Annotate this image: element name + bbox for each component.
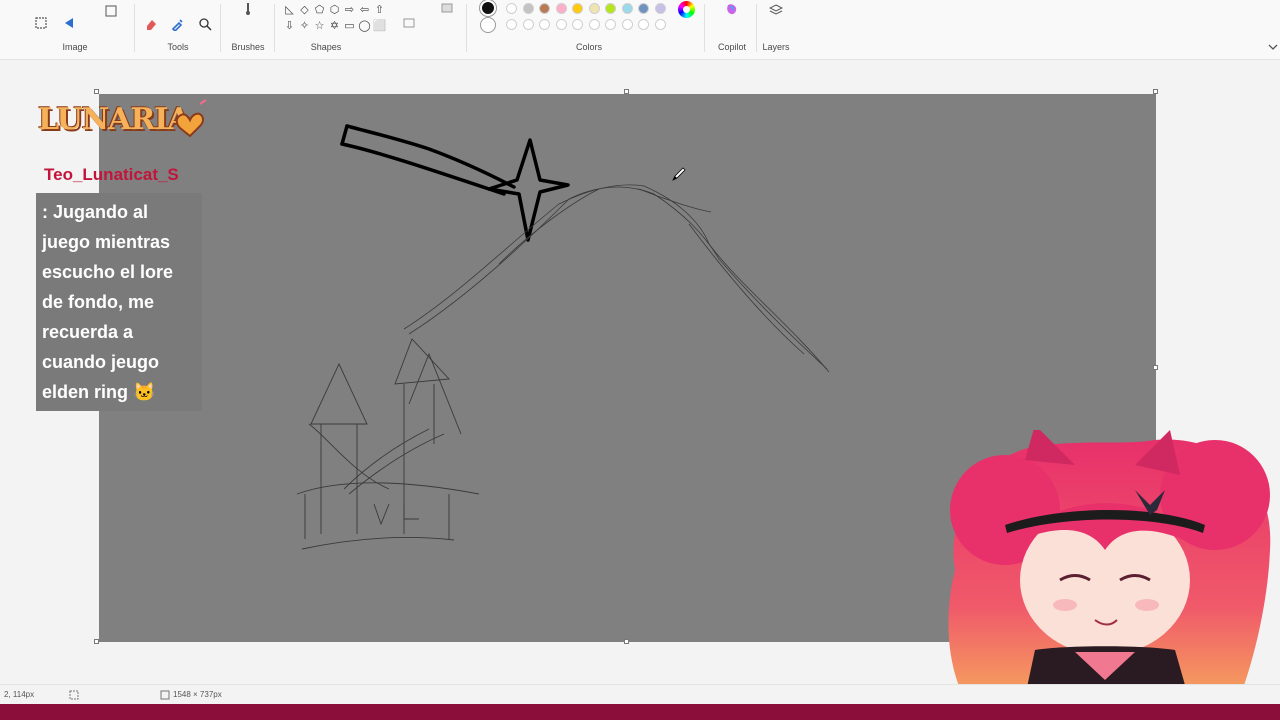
shape-fill-icon[interactable]	[438, 0, 456, 18]
five-point-star-shape-icon[interactable]: ☆	[312, 18, 327, 32]
brush-icon[interactable]	[239, 0, 257, 18]
selection-size-icon	[69, 690, 79, 700]
brushes-group: Brushes	[224, 0, 272, 60]
separator	[134, 4, 135, 52]
triangle-shape-icon[interactable]: ◺	[282, 2, 297, 16]
separator	[220, 4, 221, 52]
up-arrow-shape-icon[interactable]: ⇧	[372, 2, 387, 16]
resize-handle-top-left[interactable]	[94, 89, 99, 94]
magnifier-icon[interactable]	[196, 15, 214, 33]
shooting-star-sketch	[340, 124, 570, 242]
hexagon-shape-icon[interactable]: ⬡	[327, 2, 342, 16]
colors-group-label: Colors	[575, 42, 602, 52]
shapes-group-label: Shapes	[310, 42, 342, 52]
canvas-size: 1548 × 737px	[173, 690, 222, 699]
separator	[466, 4, 467, 52]
shape-outline-icon[interactable]	[400, 14, 418, 32]
secondary-color-swatch[interactable]	[480, 17, 496, 33]
resize-handle-top-right[interactable]	[1153, 89, 1158, 94]
copilot-icon[interactable]	[723, 0, 741, 18]
tools-group: Tools	[138, 0, 218, 60]
vtuber-avatar	[948, 430, 1271, 720]
select-icon[interactable]	[60, 14, 78, 32]
pencil-cursor-icon	[672, 167, 686, 181]
callout-rect-shape-icon[interactable]: ▭	[342, 18, 357, 32]
separator	[704, 4, 705, 52]
castle-sketch	[296, 338, 480, 550]
layers-icon[interactable]	[767, 1, 785, 19]
colors-group: Colors	[500, 0, 678, 60]
resize-handle-bottom[interactable]	[624, 639, 629, 644]
copilot-group: Copilot	[710, 0, 754, 60]
callout-cloud-shape-icon[interactable]: ⬜	[372, 18, 387, 32]
primary-color-swatch[interactable]	[480, 0, 496, 16]
left-arrow-shape-icon[interactable]: ⇦	[357, 2, 372, 16]
stream-bottom-strip	[0, 704, 1280, 720]
four-point-star-shape-icon[interactable]: ✧	[297, 18, 312, 32]
resize-icon[interactable]	[102, 2, 120, 20]
six-point-star-shape-icon[interactable]: ✡	[327, 18, 342, 32]
chat-message: : Jugando al juego mientras escucho el l…	[36, 193, 202, 411]
resize-handle-top[interactable]	[624, 89, 629, 94]
image-group: Image	[20, 0, 130, 60]
image-group-label: Image	[62, 42, 88, 52]
canvas-size-icon	[160, 690, 170, 700]
status-bar: 2, 114px 1548 × 737px	[0, 684, 1280, 704]
brushes-group-label: Brushes	[231, 42, 265, 52]
collapse-ribbon-chevron-icon[interactable]	[1264, 38, 1280, 56]
color-picker-icon[interactable]	[169, 15, 187, 33]
copilot-group-label: Copilot	[717, 42, 746, 52]
layers-group: Layers	[758, 0, 794, 60]
layers-group-label: Layers	[762, 42, 790, 52]
resize-handle-bottom-left[interactable]	[94, 639, 99, 644]
crop-icon[interactable]	[32, 14, 50, 32]
callout-oval-shape-icon[interactable]: ◯	[357, 18, 372, 32]
down-arrow-shape-icon[interactable]: ⇩	[282, 18, 297, 32]
separator	[274, 4, 275, 52]
separator	[756, 4, 757, 52]
mountain-sketch	[403, 184, 830, 373]
eraser-icon[interactable]	[142, 15, 160, 33]
tools-group-label: Tools	[167, 42, 189, 52]
ribbon-toolbar: Image Tools Brushes Shapes ◺ ◇ ⬠ ⬡ ⇨ ⇦ ⇧…	[0, 0, 1280, 60]
channel-logo: LUNARIA	[38, 102, 191, 137]
pentagon-shape-icon[interactable]: ⬠	[312, 2, 327, 16]
resize-handle-right[interactable]	[1153, 365, 1158, 370]
cursor-position: 2, 114px	[4, 690, 35, 699]
heart-logo-icon	[175, 99, 207, 138]
right-arrow-shape-icon[interactable]: ⇨	[342, 2, 357, 16]
shapes-gallery[interactable]: ◺ ◇ ⬠ ⬡ ⇨ ⇦ ⇧ ⇩ ✧ ☆ ✡ ▭ ◯ ⬜	[282, 2, 388, 32]
chat-username: Teo_Lunaticat_S	[44, 165, 179, 184]
edit-colors-icon[interactable]	[678, 1, 695, 18]
diamond-shape-icon[interactable]: ◇	[297, 2, 312, 16]
